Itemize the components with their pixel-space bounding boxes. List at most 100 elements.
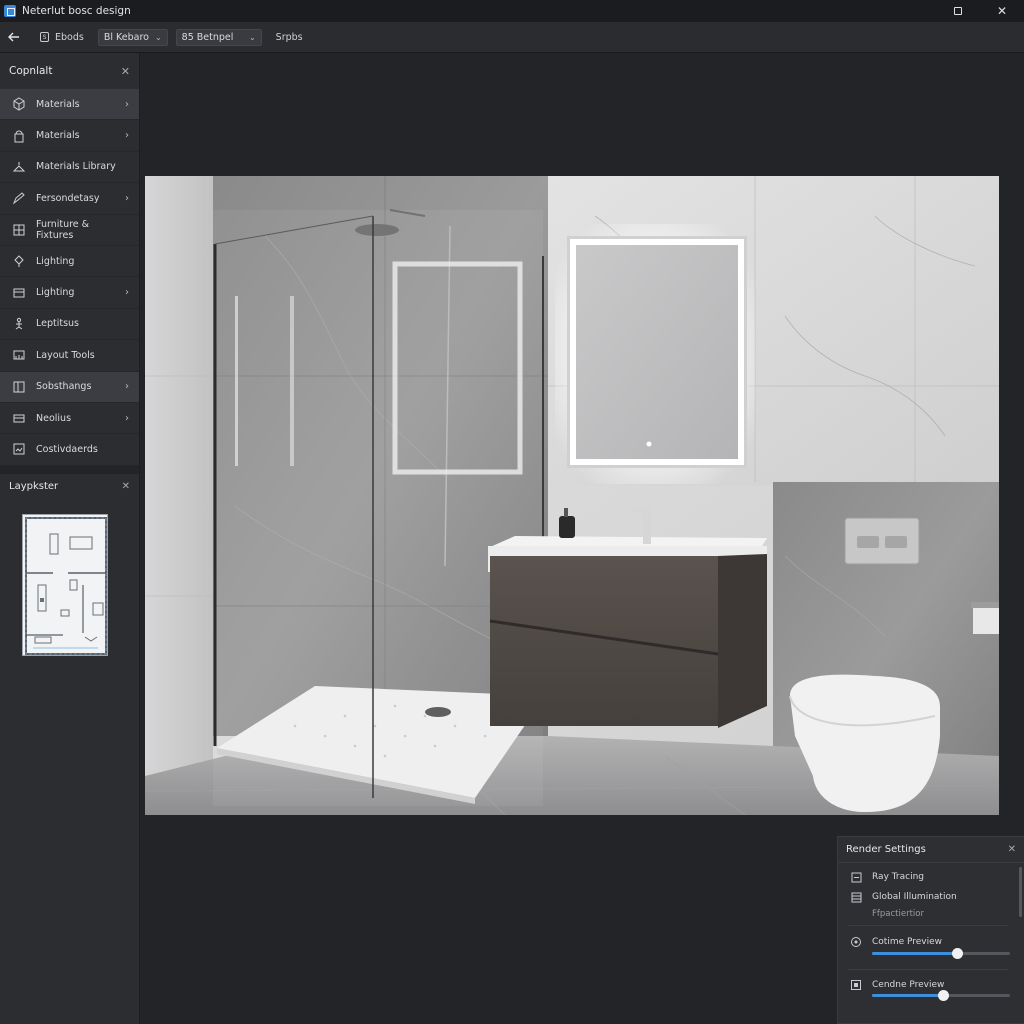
chevron-right-icon: › <box>125 287 129 299</box>
title-bar: Neterlut bosc design ✕ <box>0 0 1024 22</box>
close-button[interactable]: ✕ <box>980 0 1024 22</box>
divider <box>0 465 139 474</box>
ray-tracing-toggle[interactable]: Ray Tracing <box>838 871 924 883</box>
layout-panel-title: Laypkster <box>9 481 59 493</box>
divider <box>848 969 1008 970</box>
close-icon[interactable]: ✕ <box>122 481 130 492</box>
tools-label: Ebods <box>55 31 84 43</box>
layers-icon <box>12 380 26 394</box>
chevron-down-icon: ⌄ <box>248 32 256 42</box>
sidebar-header: Copnlalt ✕ <box>0 53 139 89</box>
maximize-icon <box>954 7 962 15</box>
render-settings-panel: Render Settings ✕ Ray Tracing Global Ill… <box>837 836 1024 1024</box>
sidebar-item-6[interactable]: Lighting › <box>0 277 139 309</box>
preview1-row: Cotime Preview <box>838 936 942 948</box>
sidebar-item-label: Neolius <box>36 412 72 424</box>
scene-select[interactable]: 85 Betnpel ⌄ <box>175 28 262 46</box>
window-title: Neterlut bosc design <box>22 5 131 17</box>
maximize-button[interactable] <box>936 0 980 22</box>
sidebar-item-2[interactable]: Materials Library <box>0 152 139 184</box>
sidebar: Copnlalt ✕ Materials › Materials › Materials… <box>0 53 140 1024</box>
preview2-slider[interactable] <box>872 990 1010 1001</box>
close-icon[interactable]: ✕ <box>1008 844 1016 855</box>
preview2-slider-fill <box>872 994 944 997</box>
view-select[interactable]: Bl Kebaro ⌄ <box>97 28 168 46</box>
sidebar-item-11[interactable]: Costivdaerds <box>0 434 139 466</box>
chevron-right-icon: › <box>125 98 129 110</box>
sidebar-item-8[interactable]: Layout Tools <box>0 340 139 372</box>
hanger-icon <box>12 160 26 174</box>
preview1-slider[interactable] <box>872 948 1010 959</box>
bucket-icon <box>12 129 26 143</box>
back-arrow-icon <box>8 32 19 42</box>
settings-button[interactable]: Srpbs <box>270 28 309 46</box>
ray-tracing-icon <box>850 871 862 883</box>
scene-select-value: 85 Betnpel <box>181 31 234 43</box>
chevron-right-icon: › <box>125 412 129 424</box>
render-settings-header: Render Settings ✕ <box>838 837 1024 863</box>
cube-icon <box>12 97 26 111</box>
back-button[interactable] <box>2 25 26 49</box>
preview1-slider-handle[interactable] <box>952 948 964 959</box>
cabinet-icon <box>12 223 26 237</box>
sidebar-item-label: Materials <box>36 98 80 110</box>
divider <box>848 925 1008 926</box>
tools-icon: S <box>40 32 49 42</box>
chevron-right-icon: › <box>125 192 129 204</box>
sidebar-title: Copnlalt <box>9 65 53 77</box>
sidebar-item-label: Lighting <box>36 255 75 267</box>
chevron-right-icon: › <box>125 130 129 142</box>
sidebar-item-label: Lighting <box>36 287 75 299</box>
tray-icon <box>12 411 26 425</box>
floorplan-drawing <box>25 517 107 655</box>
window-controls: ✕ <box>936 0 1024 22</box>
lamp-icon <box>12 254 26 268</box>
sub-setting-label: Ffpactiertior <box>872 909 924 919</box>
ray-tracing-label: Ray Tracing <box>872 872 925 882</box>
sidebar-item-label: Furniture & Fixtures <box>36 218 90 241</box>
pencil-icon <box>12 191 26 205</box>
sidebar-item-label: Costivdaerds <box>36 443 98 455</box>
sidebar-item-label: Fersondetasy <box>36 192 100 204</box>
preview-gear-icon <box>850 936 862 948</box>
global-illumination-label: Global Illumination <box>872 892 957 902</box>
sidebar-item-4[interactable]: Furniture & Fixtures <box>0 215 139 246</box>
close-icon[interactable]: ✕ <box>121 65 130 78</box>
sidebar-item-label: Materials <box>36 130 80 142</box>
preview1-slider-fill <box>872 952 958 955</box>
ruler-icon <box>12 348 26 362</box>
sidebar-menu: Materials › Materials › Materials Library Fer… <box>0 89 139 466</box>
sidebar-item-3[interactable]: Fersondetasy › <box>0 183 139 215</box>
sidebar-item-0[interactable]: Materials › <box>0 89 139 121</box>
sidebar-item-label: Sobsthangs <box>36 381 92 393</box>
sidebar-item-9[interactable]: Sobsthangs › <box>0 371 139 403</box>
bathroom-render <box>145 176 999 815</box>
figure-icon <box>12 317 26 331</box>
floorplan-thumbnail[interactable] <box>22 514 108 656</box>
global-illumination-icon <box>850 891 862 903</box>
sidebar-item-7[interactable]: Leptitsus <box>0 309 139 341</box>
sidebar-item-5[interactable]: Lighting <box>0 246 139 278</box>
global-illumination-toggle[interactable]: Global Illumination <box>838 891 957 903</box>
box-icon <box>12 286 26 300</box>
settings-label: Srpbs <box>275 31 303 43</box>
sidebar-item-10[interactable]: Neolius › <box>0 403 139 435</box>
app-logo-icon <box>4 5 16 17</box>
render-settings-title: Render Settings <box>846 844 926 855</box>
render-panel-scrollbar[interactable] <box>1019 867 1022 917</box>
frame-icon <box>12 442 26 456</box>
sidebar-item-1[interactable]: Materials › <box>0 120 139 152</box>
toolbar: S Ebods Bl Kebaro ⌄ 85 Betnpel ⌄ Srpbs <box>0 22 1024 53</box>
viewport-3d[interactable] <box>145 176 999 815</box>
preview2-label: Cendne Preview <box>872 980 945 990</box>
preview2-row: Cendne Preview <box>838 979 944 991</box>
preview1-label: Cotime Preview <box>872 937 943 947</box>
view-select-value: Bl Kebaro <box>103 31 149 43</box>
tools-button[interactable]: S Ebods <box>34 28 90 46</box>
sidebar-item-label: Layout Tools <box>36 349 95 361</box>
chevron-down-icon: ⌄ <box>154 32 162 42</box>
chevron-right-icon: › <box>125 381 129 393</box>
layout-panel-header: Laypkster ✕ <box>0 474 139 500</box>
sidebar-item-label: Leptitsus <box>36 318 80 330</box>
preview2-slider-handle[interactable] <box>938 990 950 1001</box>
